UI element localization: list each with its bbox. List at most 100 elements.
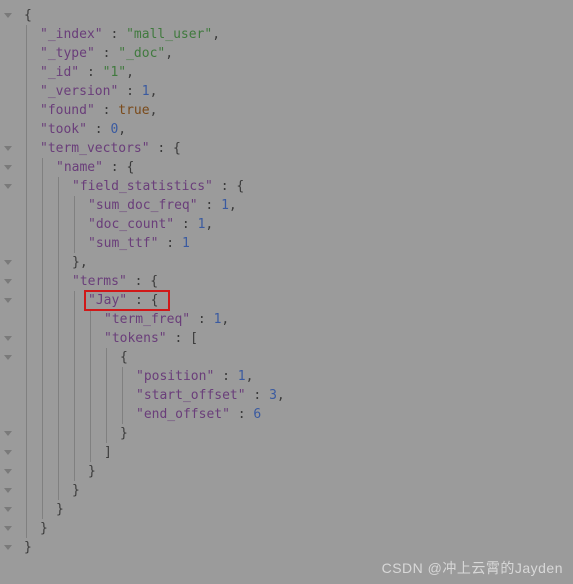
indent-guide	[26, 329, 27, 348]
indent-guide	[26, 44, 27, 63]
indent-guide	[58, 405, 59, 424]
code-line: }	[0, 462, 573, 481]
indent-guide	[74, 196, 75, 215]
fold-gutter[interactable]	[0, 519, 16, 538]
token-punc: ]	[104, 445, 112, 460]
fold-triangle-icon[interactable]	[4, 279, 12, 284]
fold-gutter[interactable]	[0, 500, 16, 519]
fold-gutter[interactable]	[0, 348, 16, 367]
token-num: 1	[221, 198, 229, 213]
fold-gutter[interactable]	[0, 291, 16, 310]
fold-triangle-icon[interactable]	[4, 469, 12, 474]
fold-triangle-icon[interactable]	[4, 545, 12, 550]
token-punc: }	[72, 483, 80, 498]
token-punc: }	[40, 521, 48, 536]
indent-guide	[42, 500, 43, 519]
indent-guide	[26, 424, 27, 443]
fold-triangle-icon[interactable]	[4, 450, 12, 455]
code-line: "terms" : {	[0, 272, 573, 291]
indent-guide	[90, 424, 91, 443]
indent-guide	[26, 481, 27, 500]
fold-gutter[interactable]	[0, 538, 16, 557]
code-line: "start_offset" : 3,	[0, 386, 573, 405]
fold-gutter[interactable]	[0, 139, 16, 158]
indent-guide	[26, 272, 27, 291]
code-line: }	[0, 519, 573, 538]
line-content: "tokens" : [	[16, 329, 198, 348]
token-punc: }	[24, 540, 32, 555]
indent-guide	[42, 348, 43, 367]
indent-guide	[90, 329, 91, 348]
line-content: {	[16, 6, 32, 25]
fold-triangle-icon[interactable]	[4, 146, 12, 151]
token-key: "sum_ttf"	[88, 236, 158, 251]
fold-gutter[interactable]	[0, 329, 16, 348]
fold-gutter[interactable]	[0, 443, 16, 462]
line-content: "_id" : "1",	[16, 63, 134, 82]
token-punc: :	[174, 217, 197, 232]
line-content: "found" : true,	[16, 101, 157, 120]
json-code-block: {"_index" : "mall_user","_type" : "_doc"…	[0, 0, 573, 557]
indent-guide	[74, 424, 75, 443]
token-punc: :	[87, 122, 110, 137]
fold-gutter[interactable]	[0, 272, 16, 291]
fold-gutter[interactable]	[0, 158, 16, 177]
token-key: "end_offset"	[136, 407, 230, 422]
fold-triangle-icon[interactable]	[4, 165, 12, 170]
indent-guide	[42, 443, 43, 462]
fold-triangle-icon[interactable]	[4, 184, 12, 189]
fold-triangle-icon[interactable]	[4, 355, 12, 360]
indent-guide	[122, 405, 123, 424]
token-key: "tokens"	[104, 331, 167, 346]
token-punc: },	[72, 255, 88, 270]
fold-gutter[interactable]	[0, 481, 16, 500]
indent-guide	[58, 348, 59, 367]
indent-guide	[58, 329, 59, 348]
fold-gutter[interactable]	[0, 462, 16, 481]
fold-triangle-icon[interactable]	[4, 13, 12, 18]
line-content: }	[16, 519, 48, 538]
indent-guide	[74, 348, 75, 367]
indent-guide	[26, 82, 27, 101]
line-content: "term_vectors" : {	[16, 139, 181, 158]
fold-triangle-icon[interactable]	[4, 298, 12, 303]
token-num: 1	[238, 369, 246, 384]
indent-guide	[26, 120, 27, 139]
fold-triangle-icon[interactable]	[4, 507, 12, 512]
fold-gutter[interactable]	[0, 424, 16, 443]
token-key: "name"	[56, 160, 103, 175]
code-line: "tokens" : [	[0, 329, 573, 348]
token-punc: : {	[213, 179, 244, 194]
line-content: "Jay" : {	[16, 291, 158, 310]
fold-triangle-icon[interactable]	[4, 431, 12, 436]
indent-guide	[42, 386, 43, 405]
indent-guide	[42, 367, 43, 386]
indent-guide	[106, 348, 107, 367]
indent-guide	[90, 386, 91, 405]
line-content: }	[16, 424, 128, 443]
fold-triangle-icon[interactable]	[4, 260, 12, 265]
fold-gutter[interactable]	[0, 177, 16, 196]
fold-gutter[interactable]	[0, 6, 16, 25]
indent-guide	[26, 215, 27, 234]
token-punc: }	[88, 464, 96, 479]
indent-guide	[106, 367, 107, 386]
token-key: "field_statistics"	[72, 179, 213, 194]
token-key: "_type"	[40, 46, 95, 61]
line-content: "position" : 1,	[16, 367, 253, 386]
code-line: "term_vectors" : {	[0, 139, 573, 158]
line-content: "took" : 0,	[16, 120, 126, 139]
token-punc: :	[190, 312, 213, 327]
indent-guide	[74, 367, 75, 386]
fold-triangle-icon[interactable]	[4, 526, 12, 531]
token-str: "mall_user"	[126, 27, 212, 42]
indent-guide	[106, 386, 107, 405]
fold-triangle-icon[interactable]	[4, 488, 12, 493]
fold-triangle-icon[interactable]	[4, 336, 12, 341]
fold-gutter[interactable]	[0, 253, 16, 272]
token-punc: }	[56, 502, 64, 517]
indent-guide	[26, 25, 27, 44]
line-content: {	[16, 348, 128, 367]
token-punc: ,	[221, 312, 229, 327]
indent-guide	[26, 253, 27, 272]
